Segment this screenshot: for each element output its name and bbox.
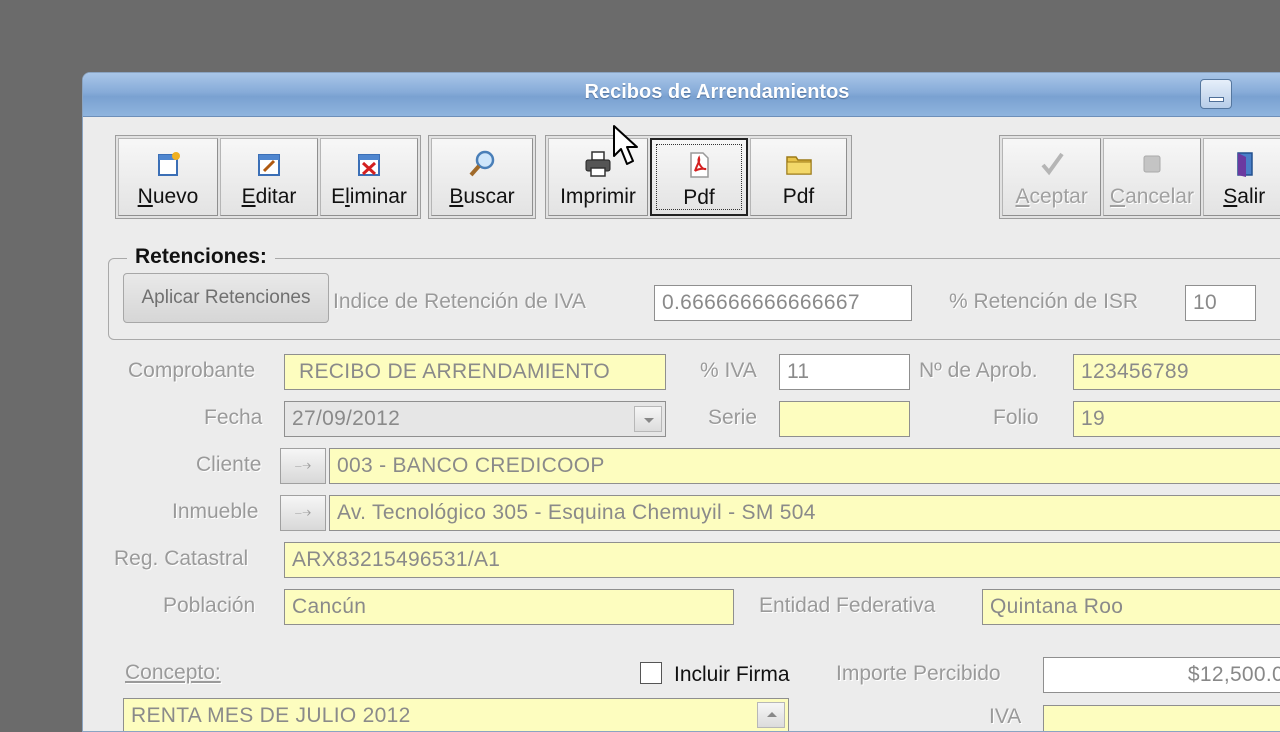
- cancel-icon: [1143, 155, 1161, 173]
- catastral-label: Reg. Catastral: [114, 547, 249, 570]
- iva-bottom-label: IVA: [989, 705, 1022, 728]
- printer-icon: [585, 151, 611, 177]
- buscar-label: uscar: [463, 185, 515, 208]
- catastral-field[interactable]: ARX83215496531/A1: [284, 542, 1280, 578]
- entidad-field[interactable]: Quintana Roo: [982, 589, 1280, 625]
- toolbar-group-search: Buscar: [428, 135, 536, 219]
- new-document-icon: [158, 152, 180, 176]
- eliminar-button[interactable]: Eliminar: [320, 138, 418, 216]
- aceptar-mnemonic: A: [1015, 185, 1030, 208]
- aprobacion-label: Nº de Aprob.: [919, 359, 1038, 382]
- poblacion-field[interactable]: Cancún: [284, 589, 734, 625]
- fecha-label: Fecha: [204, 406, 263, 429]
- fecha-dropdown-button[interactable]: [634, 406, 662, 432]
- iva-index-label: Indice de Retención de IVA: [333, 290, 586, 313]
- pdf-icon: [690, 152, 709, 178]
- receipts-window: Recibos de Arrendamientos Nuevo Editar E…: [82, 72, 1280, 732]
- cancelar-button[interactable]: Cancelar: [1103, 138, 1201, 216]
- scroll-up-button[interactable]: [757, 702, 785, 728]
- isr-label: % Retención de ISR: [949, 290, 1139, 313]
- salir-button[interactable]: Salir: [1202, 138, 1280, 216]
- edit-icon: [258, 154, 280, 176]
- aprobacion-field[interactable]: 123456789: [1073, 354, 1280, 390]
- isr-field[interactable]: 10: [1185, 285, 1256, 321]
- serie-field[interactable]: [779, 401, 910, 437]
- retenciones-legend: Retenciones:: [127, 245, 275, 269]
- inmueble-picker-button[interactable]: ⤍: [280, 495, 326, 531]
- aplicar-retenciones-button[interactable]: Aplicar Retenciones: [123, 273, 329, 323]
- pdf-button[interactable]: Pdf: [650, 138, 748, 216]
- picker-icon: ⤍: [294, 504, 312, 521]
- importe-field[interactable]: $12,500.0: [1043, 657, 1280, 693]
- pdf-label: Pdf: [683, 186, 715, 209]
- fecha-value: 27/09/2012: [292, 407, 401, 430]
- comprobante-field[interactable]: RECIBO DE ARRENDAMIENTO: [284, 354, 666, 390]
- checkmark-icon: [1041, 152, 1064, 176]
- toolbar-group-print: Imprimir Pdf Pdf: [545, 135, 852, 219]
- window-title: Recibos de Arrendamientos: [584, 81, 850, 103]
- importe-label: Importe Percibido: [836, 662, 1001, 685]
- nuevo-button[interactable]: Nuevo: [118, 138, 218, 216]
- editar-label: ditar: [255, 185, 297, 208]
- nuevo-label: uevo: [152, 185, 199, 208]
- cliente-field[interactable]: 003 - BANCO CREDICOOP: [329, 448, 1280, 484]
- aceptar-button[interactable]: Aceptar: [1002, 138, 1102, 216]
- eliminar-label: iminar: [349, 185, 407, 208]
- incluir-firma-label: Incluir Firma: [674, 663, 790, 686]
- imprimir-label: Imprimir: [560, 185, 636, 208]
- inmueble-field[interactable]: Av. Tecnológico 305 - Esquina Chemuyil -…: [329, 495, 1280, 531]
- editar-mnemonic: E: [241, 185, 256, 208]
- mouse-cursor-icon: [613, 125, 638, 165]
- pdf-folder-button[interactable]: Pdf: [750, 138, 847, 216]
- magnifier-icon: [469, 150, 495, 177]
- minimize-button[interactable]: [1200, 79, 1232, 109]
- cliente-label: Cliente: [196, 453, 262, 476]
- exit-door-icon: [1237, 152, 1254, 177]
- concepto-textarea[interactable]: RENTA MES DE JULIO 2012: [123, 698, 789, 731]
- iva-label: % IVA: [700, 359, 757, 382]
- minimize-icon: [1210, 98, 1223, 101]
- title-bar[interactable]: Recibos de Arrendamientos: [83, 73, 1280, 117]
- toolbar-group-edit: Nuevo Editar Eliminar: [115, 135, 421, 219]
- iva-field[interactable]: 11: [779, 354, 910, 390]
- cliente-picker-button[interactable]: ⤍: [280, 448, 326, 484]
- folio-field[interactable]: 19: [1073, 401, 1280, 437]
- folio-label: Folio: [993, 406, 1039, 429]
- poblacion-label: Población: [163, 594, 256, 617]
- iva-bottom-field[interactable]: [1043, 705, 1280, 731]
- nuevo-mnemonic: N: [137, 185, 153, 208]
- delete-icon: [358, 154, 380, 176]
- inmueble-label: Inmueble: [172, 500, 259, 523]
- iva-index-field[interactable]: 0.666666666666667: [654, 285, 912, 321]
- toolbar-group-confirm: Aceptar Cancelar Salir: [999, 135, 1280, 219]
- entidad-label: Entidad Federativa: [759, 594, 936, 617]
- buscar-mnemonic: B: [449, 185, 464, 208]
- cancelar-mnemonic: C: [1109, 185, 1126, 208]
- cancelar-label: ancelar: [1125, 185, 1194, 208]
- aceptar-label: ceptar: [1029, 185, 1088, 208]
- pdf-folder-label: Pdf: [782, 185, 815, 208]
- comprobante-label: Comprobante: [128, 359, 256, 382]
- salir-mnemonic: S: [1223, 185, 1238, 208]
- concepto-label: Concepto:: [125, 661, 221, 684]
- serie-label: Serie: [708, 406, 758, 429]
- fecha-field[interactable]: 27/09/2012: [284, 401, 666, 437]
- editar-button[interactable]: Editar: [220, 138, 318, 216]
- incluir-firma-checkbox[interactable]: [640, 662, 662, 684]
- salir-label: alir: [1237, 185, 1266, 208]
- buscar-button[interactable]: Buscar: [431, 138, 533, 216]
- folder-icon: [785, 156, 812, 175]
- concepto-value: RENTA MES DE JULIO 2012: [131, 704, 411, 727]
- picker-icon: ⤍: [294, 457, 312, 474]
- eliminar-prefix: E: [331, 185, 346, 208]
